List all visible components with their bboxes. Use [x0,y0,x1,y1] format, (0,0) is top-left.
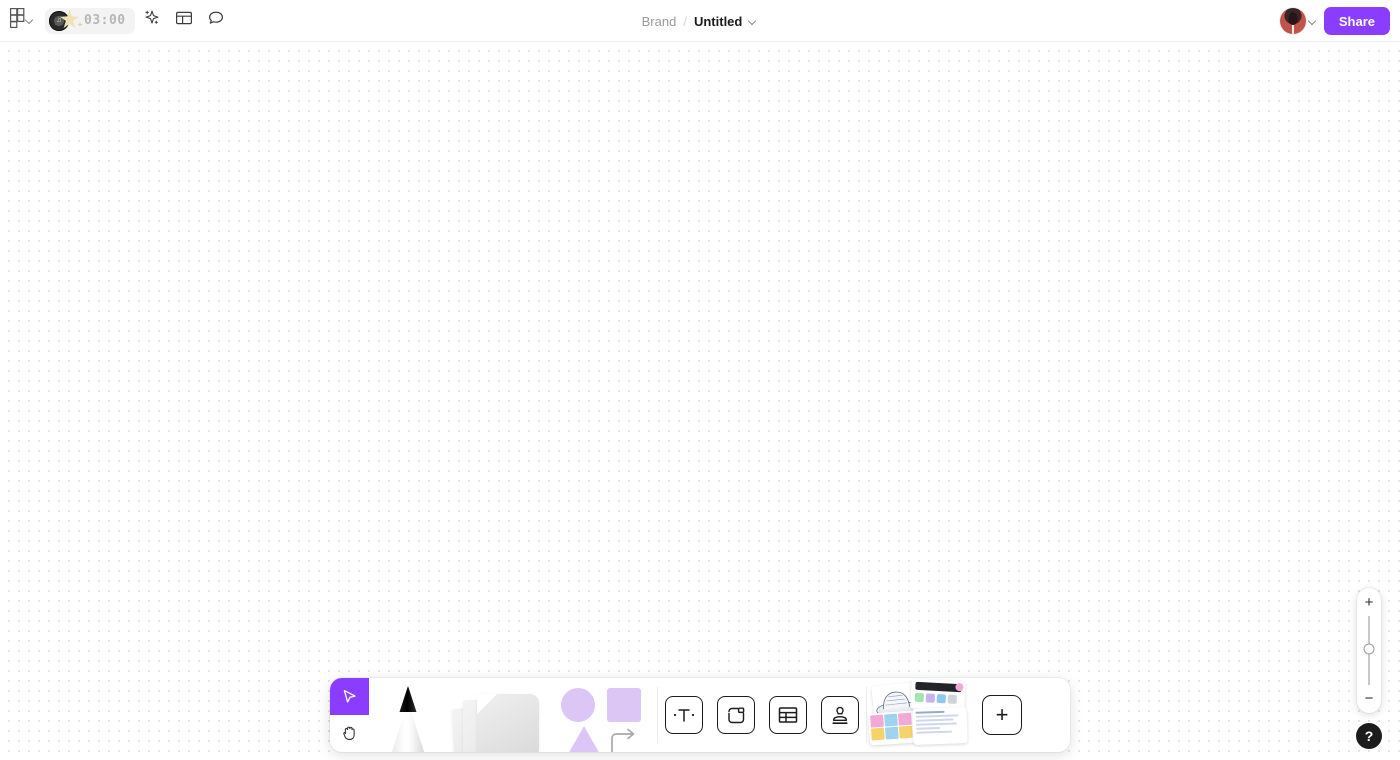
shapes-tool[interactable] [553,678,657,752]
star-sparkle-icon [77,21,83,28]
hand-tool[interactable] [330,715,369,752]
layout-panel-icon [175,9,193,32]
toolbar-primary-group [330,678,657,752]
sticky-notes-icon [451,688,549,752]
timer-value: 03:00 [84,13,126,28]
help-button[interactable]: ? [1356,723,1382,749]
text-t-icon [673,709,695,722]
template-grid-thumbnail [867,710,919,746]
frame-icon [727,706,744,723]
table-tool[interactable] [762,678,814,752]
timer-art: ♫ [49,9,83,33]
header-left-group: ♫ 03:00 [0,0,231,41]
sticky-note-tool[interactable] [447,678,553,752]
whiteboard-app: ♫ 03:00 Brand / Untitled Share + + − ? [0,0,1400,760]
pencil-icon [388,686,428,752]
hand-icon [343,726,355,741]
avatar-chevron-down-icon [1309,17,1318,26]
canvas-area[interactable] [0,42,1400,760]
figma-logo-icon [10,8,25,33]
share-button[interactable]: Share [1323,7,1390,35]
session-timer[interactable]: ♫ 03:00 [45,7,135,34]
plus-icon: + [982,695,1022,735]
page-title[interactable]: Untitled [694,14,742,29]
logo-chevron-down-icon [26,16,35,25]
cursor-arrow-icon [343,689,356,703]
templates-tool[interactable] [867,678,973,752]
stamp-icon [832,706,848,724]
toolbar-content-group [658,678,866,752]
bottom-toolbar: + [330,678,1070,752]
breadcrumb-separator: / [683,13,687,29]
pointer-tools-stack [330,678,369,752]
zoom-in-button[interactable]: + [1365,595,1374,610]
sparkle-icon [143,9,161,32]
avatar [1279,8,1306,34]
frame-tool[interactable] [710,678,762,752]
comment-bubble-icon [207,9,225,32]
comment-button[interactable] [201,6,231,36]
header-right-group: Share [1279,0,1390,42]
breadcrumb-chevron-down-icon[interactable] [749,17,758,26]
zoom-control: + − [1357,588,1381,713]
template-document-thumbnail [912,707,968,745]
ai-sparkle-button[interactable] [137,6,167,36]
add-more-tool[interactable]: + [973,678,1031,752]
toolbar-extras-group: + [867,678,1031,752]
pencil-tool[interactable] [369,678,447,752]
stamp-tool[interactable] [814,678,866,752]
select-tool[interactable] [330,678,369,715]
app-logo-menu[interactable] [8,8,37,33]
top-header: ♫ 03:00 Brand / Untitled Share [0,0,1400,42]
user-account-menu[interactable] [1279,6,1320,36]
zoom-out-button[interactable]: − [1365,691,1374,706]
panel-layout-button[interactable] [169,6,199,36]
breadcrumb-project[interactable]: Brand [642,14,677,29]
zoom-slider-thumb[interactable] [1363,643,1375,655]
table-icon [778,707,798,723]
connector-arrow-icon [611,728,635,752]
shapes-icon [559,684,653,752]
text-tool[interactable] [658,678,710,752]
zoom-slider-track[interactable] [1363,616,1375,685]
